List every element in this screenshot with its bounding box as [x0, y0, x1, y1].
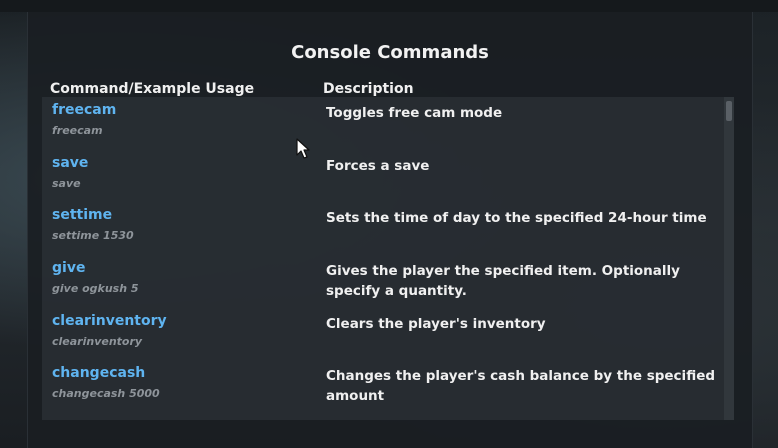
top-bar — [0, 0, 778, 12]
command-description: Sets the time of day to the specified 24… — [326, 210, 707, 226]
scrollbar-thumb[interactable] — [726, 101, 732, 121]
command-name: freecam — [52, 102, 117, 118]
command-example: changecash 5000 — [52, 387, 160, 400]
command-row-save[interactable]: save save Forces a save — [42, 150, 722, 202]
command-row-give[interactable]: give give ogkush 5 Gives the player the … — [42, 255, 722, 307]
command-example: clearinventory — [52, 335, 143, 348]
command-name: give — [52, 260, 86, 276]
command-example: give ogkush 5 — [52, 282, 139, 295]
console-commands-panel: Console Commands Command/Example Usage D… — [27, 12, 753, 448]
command-description: Gives the player the specified item. Opt… — [326, 263, 680, 299]
command-name: changecash — [52, 365, 146, 381]
command-name: settime — [52, 207, 113, 223]
command-example: save — [52, 177, 81, 190]
command-example: settime 1530 — [52, 229, 134, 242]
command-row-freecam[interactable]: freecam freecam Toggles free cam mode — [42, 97, 722, 149]
command-description: Toggles free cam mode — [326, 105, 503, 121]
command-name: clearinventory — [52, 313, 167, 329]
panel-title: Console Commands — [291, 42, 489, 63]
command-row-clearinventory[interactable]: clearinventory clearinventory Clears the… — [42, 308, 722, 360]
command-description: Forces a save — [326, 158, 430, 174]
mouse-cursor-icon — [296, 138, 310, 159]
command-example: freecam — [52, 124, 103, 137]
column-header-command: Command/Example Usage — [50, 81, 255, 97]
command-row-changecash[interactable]: changecash changecash 5000 Changes the p… — [42, 360, 722, 412]
command-description: Clears the player's inventory — [326, 316, 546, 332]
command-name: save — [52, 155, 89, 171]
column-header-description: Description — [323, 81, 414, 97]
commands-list[interactable]: freecam freecam Toggles free cam mode sa… — [42, 97, 734, 420]
command-description: Changes the player's cash balance by the… — [326, 368, 716, 404]
scrollbar[interactable] — [724, 97, 734, 420]
command-row-settime[interactable]: settime settime 1530 Sets the time of da… — [42, 202, 722, 254]
